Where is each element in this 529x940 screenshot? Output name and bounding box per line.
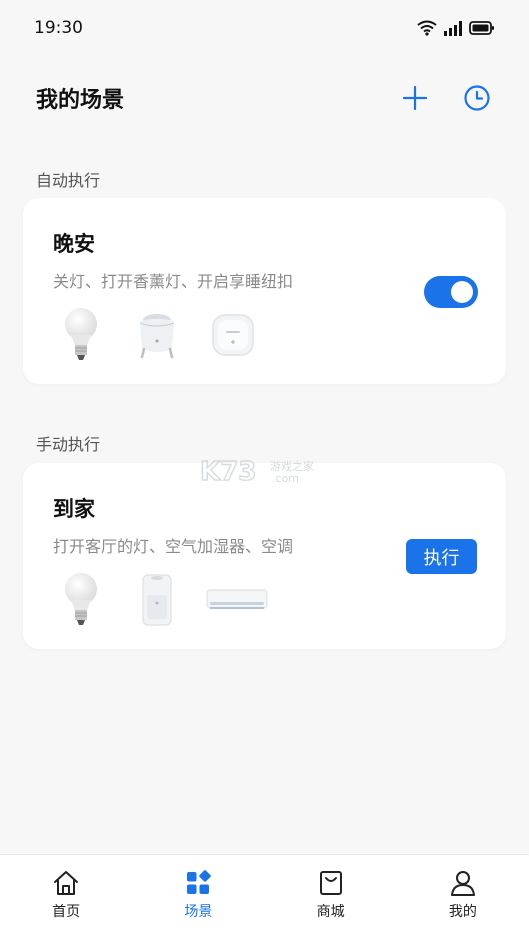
light-bulb-icon [65,573,97,625]
scene-card-auto[interactable]: 晚安 关灯、打开香薰灯、开启享睡纽扣 [23,198,506,384]
toggle-knob [451,281,473,303]
tab-label: 场景 [184,904,213,920]
humidifier-icon [142,574,172,626]
battery-icon [469,21,494,35]
device-humidifier [129,571,185,629]
tab-shop[interactable]: 商城 [265,855,397,940]
scene-description: 打开客厅的灯、空气加湿器、空调 [53,537,294,556]
tab-label: 商城 [316,904,345,920]
person-icon [450,871,475,896]
watermark-logo: K73 游戏之家 .com [199,456,330,490]
wifi-icon [417,20,437,36]
device-list [53,306,261,364]
device-bulb [53,571,109,629]
light-bulb-icon [65,308,97,360]
status-time: 19:30 [34,18,83,38]
scene-toggle[interactable] [424,276,478,308]
page-header: 我的场景 [0,70,529,126]
signal-icon [444,21,462,36]
plus-icon [402,85,428,111]
svg-text:.com: .com [272,472,299,485]
scene-card-manual[interactable]: 到家 打开客厅的灯、空气加湿器、空调 执行 [23,463,506,649]
tab-mine[interactable]: 我的 [397,855,529,940]
section-label-auto: 自动执行 [36,171,101,190]
aroma-diffuser-icon [139,314,175,359]
execute-button[interactable]: 执行 [406,539,477,574]
scene-description: 关灯、打开香薰灯、开启享睡纽扣 [53,272,294,291]
svg-text:游戏之家: 游戏之家 [270,459,314,473]
device-list [53,571,269,629]
sleep-button-icon [212,314,254,356]
shop-bag-icon [319,871,342,895]
bottom-tab-bar: 首页 场景 商城 我的 [0,854,529,940]
device-bulb [53,306,109,364]
device-air-conditioner [205,571,269,629]
status-bar: 19:30 [0,0,529,58]
tab-home[interactable]: 首页 [0,855,132,940]
section-label-manual: 手动执行 [36,435,101,454]
device-sleep-button [205,306,261,364]
device-aroma-lamp [129,306,185,364]
tab-scene[interactable]: 场景 [132,855,264,940]
status-icons [417,20,495,36]
page-title: 我的场景 [36,88,125,113]
k73-logo-icon: K73 游戏之家 .com [199,456,314,487]
scene-icon [187,870,212,894]
add-scene-button[interactable] [397,80,433,116]
history-button[interactable] [459,80,495,116]
scene-title: 到家 [53,497,95,521]
tab-label: 首页 [52,904,81,920]
tab-label: 我的 [448,904,477,920]
air-conditioner-icon [206,589,268,609]
home-icon [54,871,79,895]
clock-icon [464,85,490,111]
svg-text:K73: K73 [200,457,256,486]
scene-title: 晚安 [53,232,95,256]
